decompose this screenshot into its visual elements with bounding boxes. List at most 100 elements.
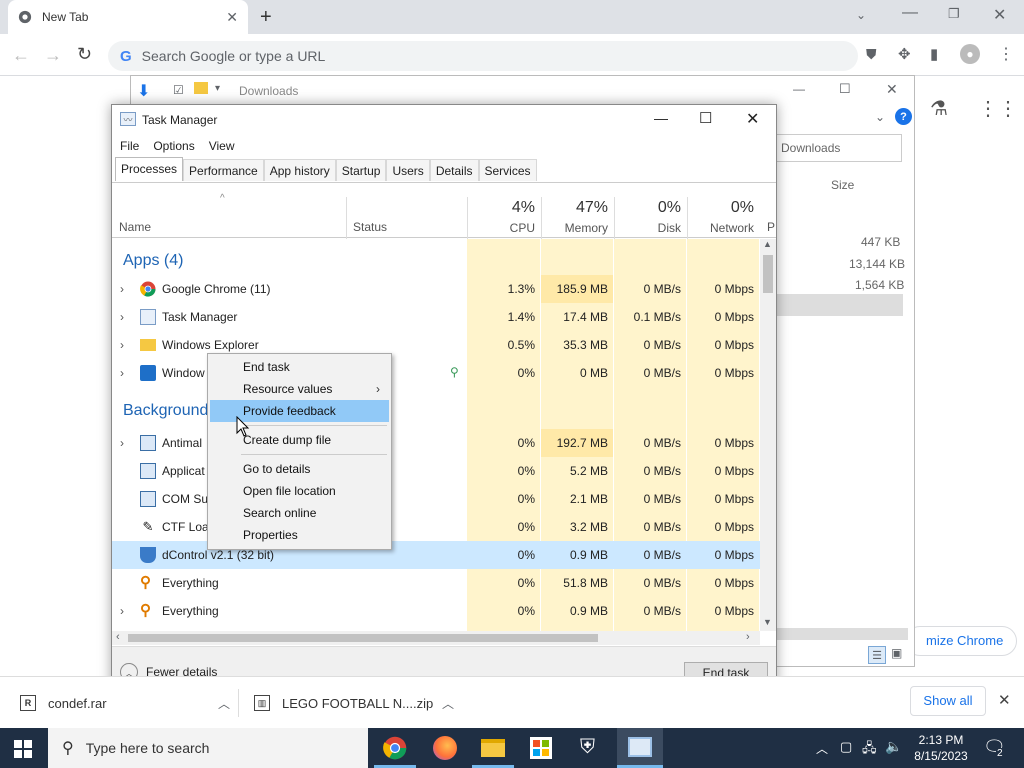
- explorer-maximize-icon[interactable]: ☐: [839, 81, 851, 97]
- tab-services[interactable]: Services: [478, 159, 537, 181]
- ribbon-expand-icon[interactable]: ⌄: [875, 110, 885, 124]
- side-panel-icon[interactable]: ▮: [930, 45, 938, 63]
- minimize-icon[interactable]: —: [902, 4, 918, 22]
- explorer-close-icon[interactable]: ✕: [886, 81, 898, 98]
- tab-new-tab[interactable]: New Tab ✕: [8, 0, 248, 34]
- disk-column-header[interactable]: 0% Disk: [614, 197, 687, 239]
- tray-app-icon[interactable]: ▢: [840, 739, 852, 755]
- scroll-up-icon[interactable]: ▲: [763, 239, 772, 249]
- taskbar-task-manager-icon[interactable]: [617, 728, 663, 768]
- download-item[interactable]: R condef.rar ︿: [20, 691, 230, 715]
- scroll-left-icon[interactable]: ‹: [116, 631, 120, 643]
- horizontal-scrollbar[interactable]: ‹ ›: [112, 631, 760, 645]
- show-hidden-icons-chevron-icon[interactable]: ︿: [816, 740, 828, 757]
- menu-item-go-to-details[interactable]: Go to details: [210, 458, 389, 480]
- file-size: 447 KB: [861, 235, 901, 249]
- process-row-everything[interactable]: ⚲ Everything 0% 51.8 MB 0 MB/s 0 Mbps: [112, 569, 760, 597]
- taskbar-store-icon[interactable]: [530, 737, 552, 759]
- explorer-minimize-icon[interactable]: —: [793, 82, 805, 96]
- cpu-column-label: CPU: [509, 221, 535, 235]
- download-item[interactable]: ▥ LEGO FOOTBALL N....zip ︿: [254, 691, 454, 715]
- menu-options[interactable]: Options: [153, 139, 194, 153]
- ublock-icon[interactable]: ⛊: [866, 46, 877, 63]
- restore-icon[interactable]: ❐: [948, 6, 960, 22]
- menu-item-search-online[interactable]: Search online: [210, 502, 389, 524]
- taskbar-search-box[interactable]: ⚲ Type here to search: [48, 728, 368, 768]
- tm-minimize-icon[interactable]: —: [654, 110, 668, 126]
- memory-column-header[interactable]: 47% Memory: [541, 197, 614, 239]
- process-row-chrome[interactable]: › Google Chrome (11) 1.3% 185.9 MB 0 MB/…: [112, 275, 760, 303]
- process-row-task-manager[interactable]: › Task Manager 1.4% 17.4 MB 0.1 MB/s 0 M…: [112, 303, 760, 331]
- cpu-column-header[interactable]: 4% CPU: [467, 197, 541, 239]
- help-icon[interactable]: ?: [895, 108, 912, 125]
- download-options-chevron-icon[interactable]: ︿: [442, 695, 454, 712]
- explorer-hscroll[interactable]: [776, 628, 908, 640]
- forward-icon[interactable]: →: [44, 45, 62, 66]
- scroll-down-icon[interactable]: ▼: [763, 617, 772, 627]
- expand-chevron-icon[interactable]: ›: [120, 303, 124, 331]
- extensions-icon[interactable]: ✥: [898, 45, 911, 63]
- close-tab-icon[interactable]: ✕: [226, 9, 238, 26]
- clock[interactable]: 2:13 PM 8/15/2023: [910, 732, 972, 764]
- selected-file-row[interactable]: [776, 294, 903, 316]
- tm-close-icon[interactable]: ✕: [746, 109, 759, 129]
- expand-chevron-icon[interactable]: ›: [120, 275, 124, 303]
- customize-chrome-button[interactable]: mize Chrome: [905, 626, 1017, 656]
- sort-up-icon: ^: [220, 193, 225, 204]
- large-icons-view-icon[interactable]: ▣: [891, 646, 902, 660]
- expand-chevron-icon[interactable]: ›: [120, 597, 124, 625]
- vertical-scrollbar[interactable]: ▲ ▼: [760, 239, 776, 631]
- new-tab-icon[interactable]: +: [260, 6, 272, 29]
- close-window-icon[interactable]: ✕: [993, 5, 1006, 25]
- download-options-chevron-icon[interactable]: ︿: [218, 695, 230, 712]
- tab-performance[interactable]: Performance: [183, 159, 264, 181]
- tab-startup[interactable]: Startup: [335, 159, 387, 181]
- power-column-header[interactable]: P: [767, 220, 775, 234]
- scroll-right-icon[interactable]: ›: [746, 631, 750, 643]
- expand-chevron-icon[interactable]: ›: [120, 359, 124, 387]
- back-icon[interactable]: ←: [12, 45, 30, 66]
- tab-processes[interactable]: Processes: [115, 157, 184, 181]
- properties-icon[interactable]: ☑: [173, 83, 184, 97]
- status-column-header[interactable]: Status: [346, 197, 467, 239]
- taskbar-firefox-icon[interactable]: [433, 736, 457, 760]
- name-column-header[interactable]: Name: [119, 220, 151, 234]
- size-column-header[interactable]: Size: [831, 178, 854, 192]
- network-icon[interactable]: 🖧: [862, 739, 877, 761]
- explorer-path-box[interactable]: Downloads: [776, 134, 902, 162]
- menu-item-end-task[interactable]: End task: [210, 356, 389, 378]
- taskbar-file-explorer-icon[interactable]: [481, 739, 505, 757]
- labs-flask-icon[interactable]: ⚗: [930, 96, 948, 121]
- service-window-icon: [140, 463, 156, 479]
- apps-grid-icon[interactable]: ⋮⋮: [978, 96, 1018, 121]
- menu-item-properties[interactable]: Properties: [210, 524, 389, 546]
- menu-item-open-file-location[interactable]: Open file location: [210, 480, 389, 502]
- process-row-everything[interactable]: › ⚲ Everything 0% 0.9 MB 0 MB/s 0 Mbps: [112, 597, 760, 625]
- taskbar-security-shield-icon[interactable]: ⛨: [580, 736, 595, 759]
- expand-chevron-icon[interactable]: ›: [120, 429, 124, 457]
- omnibox[interactable]: G Search Google or type a URL: [108, 41, 858, 71]
- show-all-button[interactable]: Show all: [910, 686, 986, 716]
- close-downloads-bar-icon[interactable]: ✕: [998, 691, 1011, 709]
- details-view-icon[interactable]: ☰: [868, 646, 886, 664]
- network-value: 0 Mbps: [714, 366, 754, 380]
- volume-icon[interactable]: 🔈: [885, 738, 902, 755]
- tm-maximize-icon[interactable]: ☐: [699, 109, 712, 127]
- reload-icon[interactable]: ↻: [77, 44, 92, 65]
- vertical-scroll-thumb[interactable]: [763, 255, 773, 293]
- menu-item-resource-values[interactable]: Resource values ›: [210, 378, 389, 400]
- menu-file[interactable]: File: [120, 139, 139, 153]
- tab-app-history[interactable]: App history: [263, 159, 336, 181]
- taskbar-chrome-icon[interactable]: [383, 736, 407, 763]
- tab-details[interactable]: Details: [429, 159, 479, 181]
- expand-chevron-icon[interactable]: ›: [120, 331, 124, 359]
- qat-dropdown-icon[interactable]: ▾: [215, 83, 220, 94]
- horizontal-scroll-thumb[interactable]: [128, 634, 598, 642]
- menu-view[interactable]: View: [209, 139, 235, 153]
- network-column-header[interactable]: 0% Network: [687, 197, 760, 239]
- tab-users[interactable]: Users: [386, 159, 430, 181]
- menu-kebab-icon[interactable]: ⋮: [998, 44, 1014, 64]
- tab-search-icon[interactable]: ⌄: [856, 8, 866, 22]
- profile-avatar-icon[interactable]: ●: [960, 44, 980, 64]
- start-windows-icon[interactable]: [14, 740, 32, 761]
